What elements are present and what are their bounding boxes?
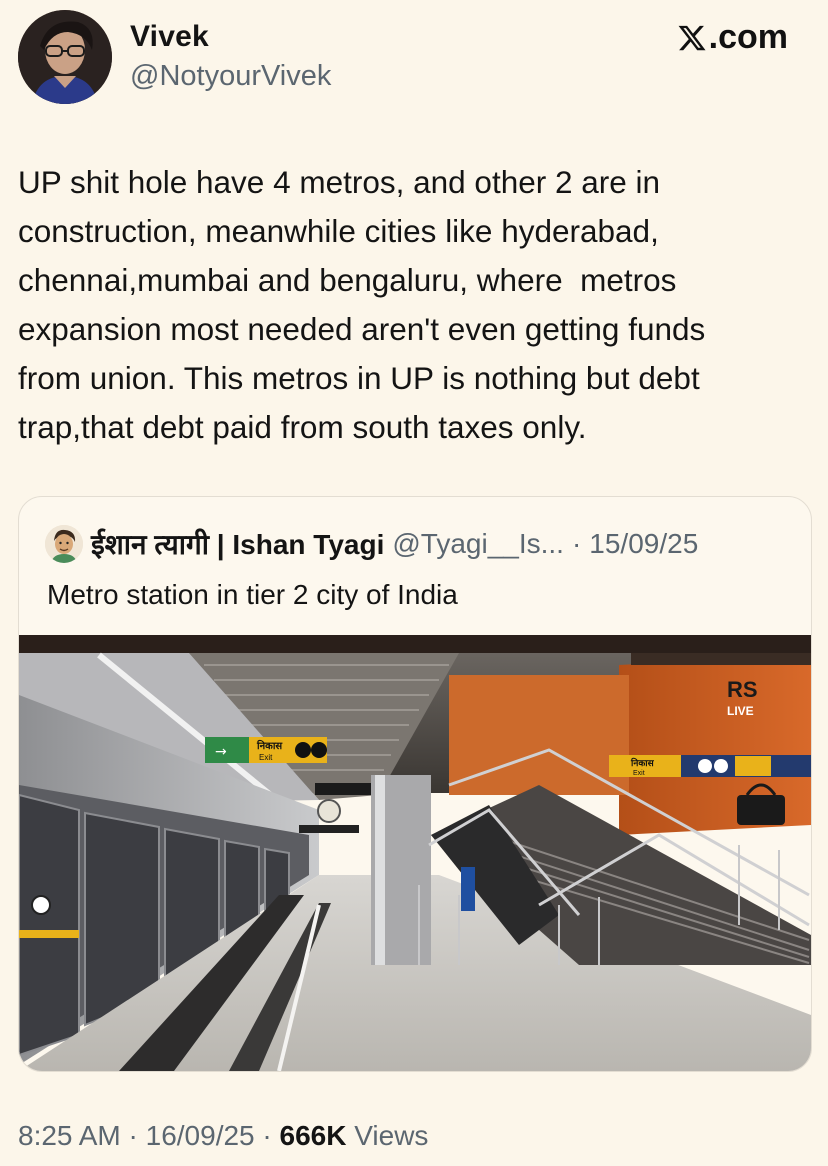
profile-photo (18, 10, 112, 104)
quoted-author-handle[interactable]: @Tyagi__Is... (392, 528, 564, 560)
brand-domain-label: .com (708, 18, 788, 56)
watermark-rs: RS (727, 677, 758, 702)
exit-sign-right: निकास (630, 757, 655, 769)
quoted-separator: · (571, 528, 582, 559)
author-display-name[interactable]: Vivek (130, 20, 209, 54)
quoted-tweet-image[interactable]: RS LIVE → निकास Exit निकास Exit (19, 635, 811, 1071)
quoted-tweet-header: ईशान त्यागी | Ishan Tyagi @Tyagi__Is... … (45, 525, 698, 563)
quoted-tweet-card[interactable]: ईशान त्यागी | Ishan Tyagi @Tyagi__Is... … (18, 496, 812, 1072)
quoted-author-name[interactable]: ईशान त्यागी | Ishan Tyagi (91, 525, 384, 563)
exit-sign-left: निकास (256, 739, 283, 752)
exit-sign-right-sub: Exit (633, 770, 645, 777)
quoted-tweet-date[interactable]: 15/09/25 (589, 528, 698, 560)
exit-sign-left-sub: Exit (259, 753, 273, 762)
quoted-author-avatar[interactable] (45, 525, 83, 563)
svg-text:→: → (215, 744, 227, 760)
views-label: Views (354, 1120, 429, 1151)
tweet-date[interactable]: 16/09/25 (146, 1120, 255, 1151)
x-com-brand: .com (677, 18, 788, 57)
views-count: 666K (279, 1120, 347, 1151)
x-logo-icon (678, 25, 706, 50)
author-avatar[interactable] (18, 10, 112, 104)
watermark-live: LIVE (727, 704, 754, 718)
cartoon-avatar-icon (45, 525, 83, 563)
tweet-meta: 8:25 AM · 16/09/25 · 666K Views (18, 1120, 428, 1152)
metro-station-photo: RS LIVE → निकास Exit निकास Exit (19, 635, 811, 1071)
meta-separator-2: · (262, 1120, 272, 1151)
quoted-tweet-text: Metro station in tier 2 city of India (47, 579, 458, 610)
meta-separator: · (128, 1120, 138, 1151)
author-handle[interactable]: @NotyourVivek (130, 60, 331, 93)
tweet-time[interactable]: 8:25 AM (18, 1120, 121, 1151)
tweet-text: UP shit hole have 4 metros, and other 2 … (18, 164, 706, 445)
